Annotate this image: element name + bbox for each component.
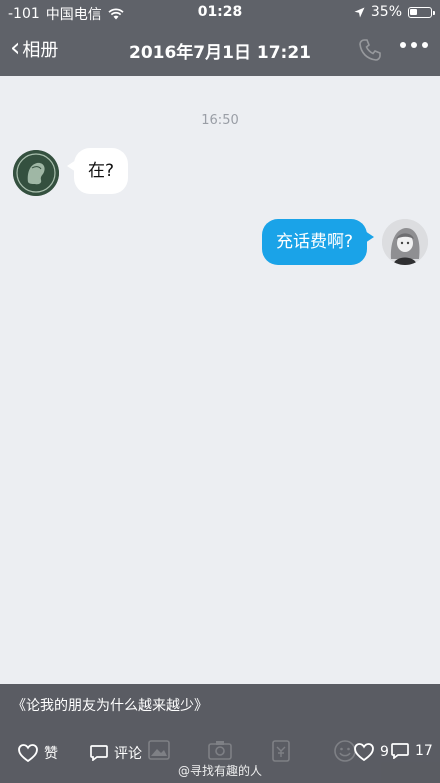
like-label: 赞 [44, 746, 58, 762]
comment-count[interactable]: 17 [391, 743, 433, 759]
comment-icon [391, 743, 409, 759]
comment-label: 评论 [114, 746, 142, 762]
location-arrow-icon [354, 7, 365, 17]
status-right: 35% [354, 4, 435, 20]
heart-icon [18, 744, 38, 762]
chat-timestamp: 16:50 [201, 113, 239, 128]
watermark: @寻找有趣的人 [177, 764, 262, 778]
comment-count-value: 17 [415, 743, 433, 759]
nav-header: ‹ 相册 2016年7月1日 17:21 [0, 26, 440, 76]
like-count[interactable]: 9 [354, 743, 389, 761]
battery-icon [408, 6, 435, 18]
comment-button[interactable]: 评论 [90, 743, 142, 763]
battery-fill [410, 8, 417, 15]
outgoing-message-bubble[interactable]: 充话费啊? [261, 219, 375, 265]
contact-avatar[interactable] [13, 150, 59, 196]
girl-portrait-icon [382, 219, 428, 265]
incoming-message-bubble[interactable]: 在? [66, 148, 129, 194]
heart-icon [354, 743, 374, 761]
phone-icon[interactable] [358, 38, 382, 62]
top-bar: -101 中国电信 01:28 35% ‹ 相册 2016年7月1日 17:21 [0, 0, 440, 76]
like-count-value: 9 [380, 744, 389, 760]
coin-portrait-icon [13, 150, 59, 196]
like-button[interactable]: 赞 [18, 743, 58, 763]
screen: -101 中国电信 01:28 35% ‹ 相册 2016年7月1日 17:21… [0, 0, 440, 783]
more-options-icon[interactable] [400, 42, 428, 48]
album-caption: 《论我的朋友为什么越来越少》 [12, 698, 208, 714]
status-bar: -101 中国电信 01:28 35% [0, 0, 440, 26]
comment-icon [90, 745, 108, 761]
battery-percent: 35% [370, 4, 402, 20]
my-avatar[interactable] [382, 219, 428, 265]
